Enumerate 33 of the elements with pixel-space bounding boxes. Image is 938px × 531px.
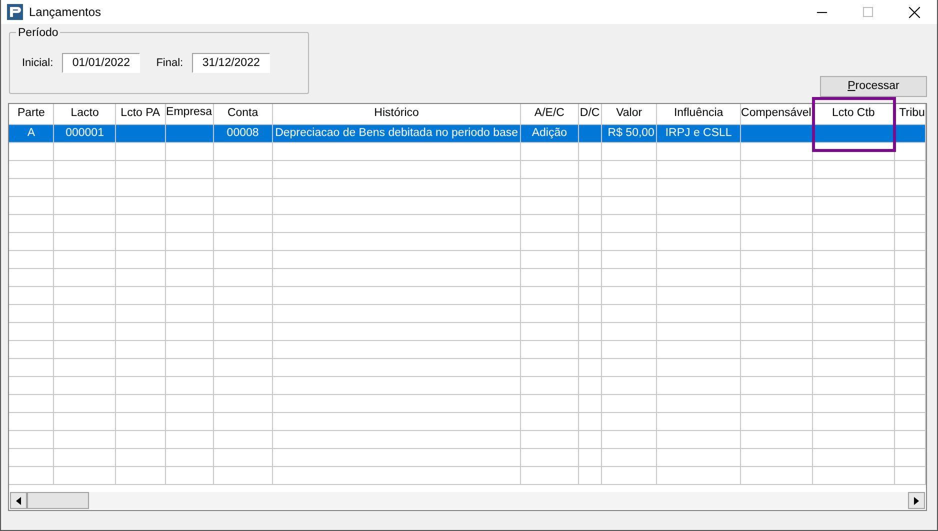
right-arrow-icon	[914, 496, 919, 504]
column-header: Compensável	[740, 104, 812, 124]
scrollbar-thumb[interactable]	[27, 492, 89, 509]
column-header: Lcto PA	[116, 104, 166, 124]
field-label: Final:	[156, 56, 184, 71]
column-header: Lacto	[54, 104, 116, 124]
table-cell: IRPJ e CSLL	[656, 124, 740, 142]
table-cell: A	[9, 124, 54, 142]
column-header: Parte	[9, 104, 54, 124]
app-logo-icon	[7, 4, 23, 20]
column-header: A/E/C	[520, 104, 578, 124]
process-button[interactable]: Processar	[820, 76, 927, 97]
table-cell: Depreciacao de Bens debitada no periodo base	[272, 124, 521, 142]
column-header: Conta	[213, 104, 273, 124]
column-header: Lcto Ctb	[812, 104, 895, 124]
table-cell: Adição	[520, 124, 578, 142]
field-label: Inicial:	[22, 56, 54, 71]
table-cell: 00008	[213, 124, 273, 142]
column-header: Tribu	[894, 104, 926, 124]
column-header: D/C	[578, 104, 602, 124]
window-title: Lançamentos	[29, 4, 102, 21]
column-header: Valor	[601, 104, 657, 124]
column-header: Empresa	[165, 104, 214, 124]
date-field[interactable]: 31/12/2022	[192, 53, 270, 73]
table-cell: R$ 50,00	[601, 124, 657, 142]
scroll-left-button[interactable]	[10, 492, 27, 509]
column-header: Histórico	[272, 104, 521, 124]
left-arrow-icon	[16, 496, 21, 504]
column-header: Influência	[656, 104, 740, 124]
table-cell: 000001	[54, 124, 116, 142]
close-icon[interactable]	[908, 6, 920, 18]
scroll-right-button[interactable]	[908, 492, 925, 509]
date-field[interactable]: 01/01/2022	[62, 53, 140, 73]
